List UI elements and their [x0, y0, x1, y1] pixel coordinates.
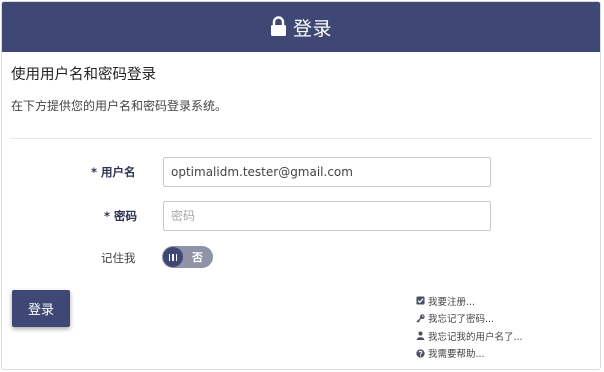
username-label-text: 用户名 [101, 165, 136, 179]
toggle-state-text: 否 [192, 251, 203, 264]
lock-icon [270, 15, 286, 36]
password-label-text: 密码 [114, 209, 138, 223]
checkbox-icon [416, 296, 425, 305]
register-link[interactable]: 我要注册... [416, 292, 523, 310]
page-title: 登录 [292, 17, 332, 40]
remember-me-toggle[interactable]: 否 [162, 246, 213, 268]
password-input[interactable] [163, 201, 491, 231]
key-icon [416, 314, 425, 323]
username-label: * 用户名 [91, 164, 136, 180]
password-label: * 密码 [104, 208, 137, 224]
username-input[interactable] [163, 157, 491, 187]
required-mark: * [104, 209, 111, 223]
panel-header: 登录 [2, 2, 600, 52]
user-icon [416, 331, 425, 341]
forgot-password-link[interactable]: 我忘记了密码... [416, 310, 523, 328]
forgot-username-link-label: 我忘记我的用户名了... [428, 331, 523, 343]
required-mark: * [91, 165, 98, 179]
help-links: 我要注册... 我忘记了密码... 我忘记我的用户名了... 我需要帮助... [416, 292, 523, 362]
help-link-label: 我需要帮助... [428, 349, 485, 361]
forgot-username-link[interactable]: 我忘记我的用户名了... [416, 327, 523, 345]
grip-icon [168, 253, 178, 261]
register-link-label: 我要注册... [428, 296, 476, 308]
login-button[interactable]: 登录 [12, 290, 70, 327]
intro-heading: 使用用户名和密码登录 [11, 67, 156, 83]
login-panel: 登录 使用用户名和密码登录 在下方提供您的用户名和密码登录系统。 * 用户名 *… [1, 1, 601, 370]
divider [10, 138, 592, 139]
remember-me-label: 记住我 [101, 251, 136, 265]
toggle-knob[interactable] [163, 247, 183, 267]
question-circle-icon [416, 349, 425, 358]
help-link[interactable]: 我需要帮助... [416, 345, 523, 363]
forgot-password-link-label: 我忘记了密码... [428, 314, 495, 326]
intro-text: 在下方提供您的用户名和密码登录系统。 [11, 99, 228, 113]
